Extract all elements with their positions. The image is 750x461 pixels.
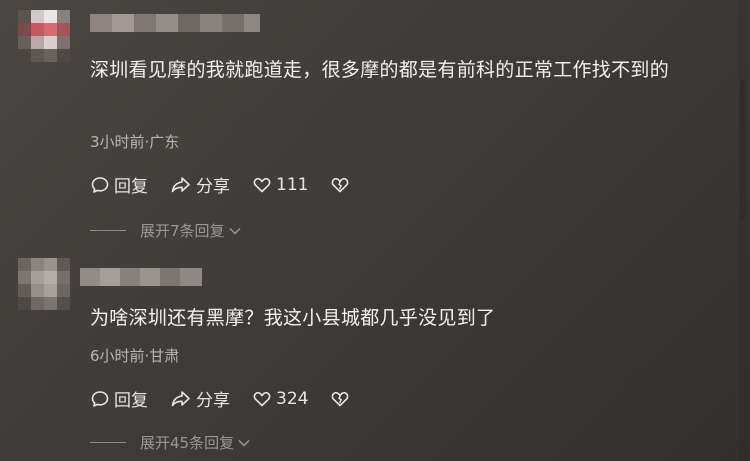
comment-text: 深圳看见摩的我就跑道走，很多摩的都是有前科的正常工作找不到的 [90, 59, 670, 81]
share-button[interactable]: 分享 [170, 386, 230, 411]
comment-actions: 回复 分享 324 [90, 386, 376, 411]
divider-line [90, 442, 126, 443]
username-blurred[interactable] [80, 268, 202, 286]
expand-replies-button[interactable]: 展开45条回复 [90, 432, 252, 453]
reply-button[interactable]: 回复 [90, 386, 148, 411]
scrollbar-thumb[interactable] [740, 80, 745, 220]
chevron-down-icon [238, 439, 250, 447]
share-button[interactable]: 分享 [170, 172, 230, 197]
comment-time-location: 6小时前·甘肃 [90, 347, 180, 365]
like-count: 111 [276, 174, 309, 195]
share-label: 分享 [196, 177, 230, 197]
broken-heart-icon [332, 391, 349, 406]
avatar[interactable] [18, 10, 70, 62]
share-label: 分享 [196, 391, 230, 411]
like-button[interactable]: 324 [252, 389, 308, 409]
comment-bubble-icon [91, 176, 109, 193]
heart-icon [253, 391, 271, 406]
expand-replies-label: 展开7条回复 [140, 222, 225, 240]
reply-button[interactable]: 回复 [90, 172, 148, 197]
reply-label: 回复 [114, 177, 148, 197]
share-arrow-icon [171, 390, 190, 406]
expand-replies-button[interactable]: 展开7条回复 [90, 220, 243, 241]
heart-icon [253, 177, 271, 192]
broken-heart-icon [332, 177, 349, 192]
comment-time-location: 3小时前·广东 [90, 133, 180, 151]
username-blurred[interactable] [90, 14, 260, 32]
divider-line [90, 230, 126, 231]
like-button[interactable]: 111 [252, 175, 308, 195]
comment-bubble-icon [91, 390, 109, 407]
avatar[interactable] [18, 258, 70, 310]
chevron-down-icon [229, 227, 241, 235]
scrollbar[interactable] [738, 0, 748, 461]
dislike-button[interactable] [330, 389, 354, 409]
comment-actions: 回复 分享 111 [90, 172, 376, 197]
like-count: 324 [276, 388, 309, 409]
expand-replies-label: 展开45条回复 [140, 434, 235, 452]
comment-text: 为啥深圳还有黑摩？我这小县城都几乎没见到了 [90, 307, 496, 329]
reply-label: 回复 [114, 391, 148, 411]
dislike-button[interactable] [330, 175, 354, 195]
share-arrow-icon [171, 176, 190, 192]
